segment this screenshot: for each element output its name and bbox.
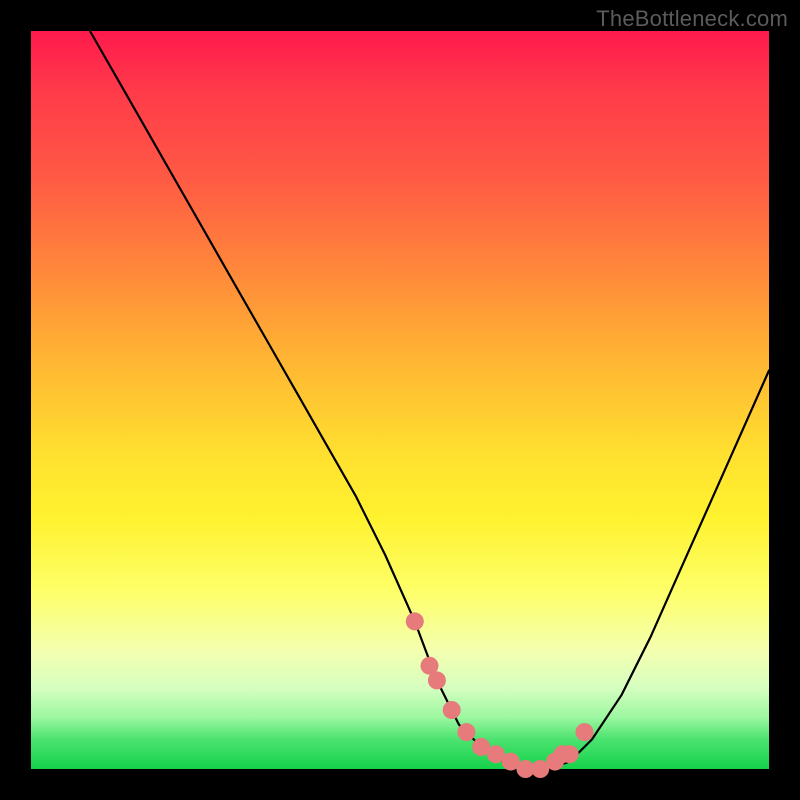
chart-frame: TheBottleneck.com (0, 0, 800, 800)
watermark-text: TheBottleneck.com (596, 6, 788, 32)
chart-gradient-area (31, 31, 769, 769)
